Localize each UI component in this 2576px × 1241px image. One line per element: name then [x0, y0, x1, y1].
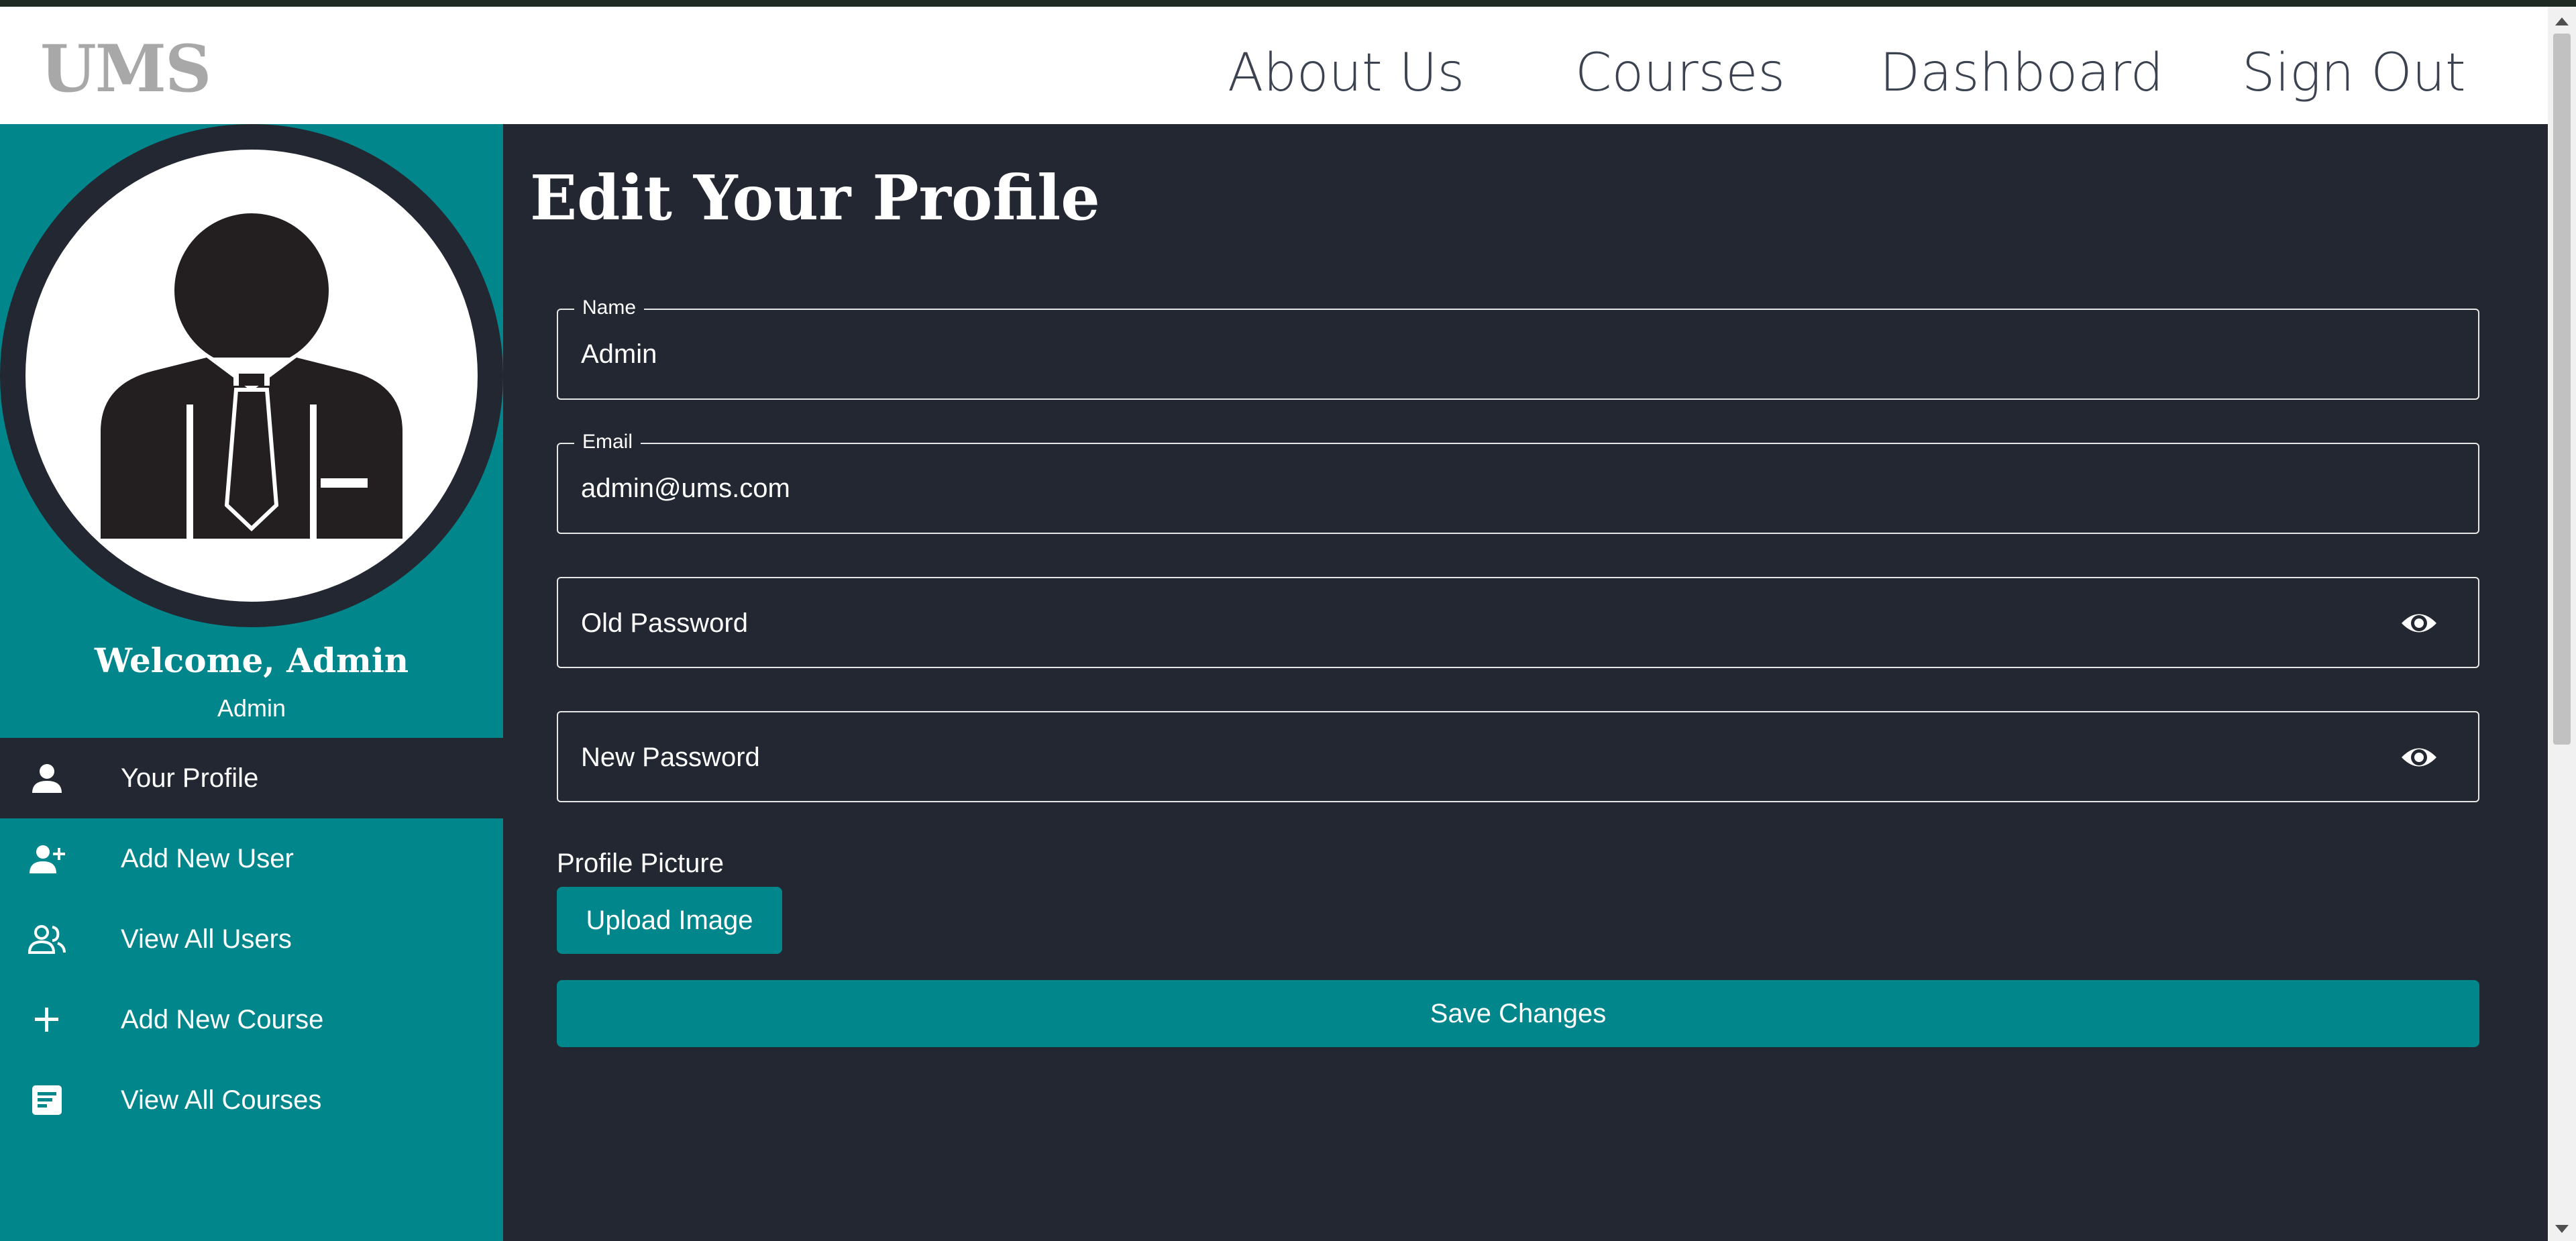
save-changes-button[interactable]: Save Changes	[557, 980, 2479, 1047]
email-field-value[interactable]: admin@ums.com	[581, 474, 790, 504]
sidebar-item-add-new-course[interactable]: Add New Course	[0, 979, 503, 1060]
sidebar-item-label: Your Profile	[121, 763, 259, 793]
old-password-field[interactable]	[557, 577, 2479, 668]
sidebar-item-label: Add New Course	[121, 1005, 324, 1034]
old-password-input[interactable]	[580, 601, 2326, 645]
name-field-label: Name	[574, 296, 645, 319]
nav-dashboard[interactable]: Dashboard	[1880, 43, 2163, 103]
top-strip	[0, 0, 2576, 7]
eye-icon[interactable]	[2400, 608, 2438, 639]
sidebar-item-your-profile[interactable]: Your Profile	[0, 738, 503, 818]
name-field[interactable]: Name Admin	[557, 296, 2479, 400]
avatar	[25, 150, 478, 602]
top-navbar: UMS About Us Courses Dashboard Sign Out	[0, 7, 2548, 124]
vertical-scrollbar[interactable]	[2548, 7, 2576, 1241]
profile-picture-label: Profile Picture	[557, 849, 724, 878]
eye-icon[interactable]	[2400, 742, 2438, 773]
nav-courses[interactable]: Courses	[1575, 43, 1785, 103]
sidebar-item-label: View All Users	[121, 924, 292, 954]
email-field[interactable]: Email admin@ums.com	[557, 431, 2479, 534]
businessman-avatar-icon	[101, 213, 402, 539]
nav-sign-out[interactable]: Sign Out	[2242, 43, 2466, 103]
avatar-frame	[0, 124, 503, 627]
sidebar-item-view-all-users[interactable]: View All Users	[0, 899, 503, 979]
scroll-down-arrow-icon[interactable]	[2555, 1225, 2569, 1233]
user-role: Admin	[217, 694, 286, 722]
upload-image-button[interactable]: Upload Image	[557, 887, 782, 954]
email-field-label: Email	[574, 431, 641, 453]
sidebar: Welcome, Admin Admin Your Profile Add Ne…	[0, 124, 503, 1241]
main-content: Edit Your Profile Name Admin Email admin…	[503, 124, 2548, 1241]
group-icon	[28, 925, 66, 954]
scroll-up-arrow-icon[interactable]	[2555, 17, 2569, 25]
name-field-value[interactable]: Admin	[581, 339, 657, 370]
page-title: Edit Your Profile	[530, 162, 1100, 234]
nav-about-us[interactable]: About Us	[1228, 43, 1464, 103]
new-password-field[interactable]	[557, 711, 2479, 802]
logo[interactable]: UMS	[40, 31, 211, 107]
new-password-input[interactable]	[580, 735, 2326, 779]
person-icon	[32, 764, 62, 793]
welcome-text: Welcome, Admin	[94, 641, 409, 680]
sidebar-item-view-all-courses[interactable]: View All Courses	[0, 1060, 503, 1140]
sidebar-item-label: Add New User	[121, 844, 294, 873]
notes-icon	[32, 1085, 62, 1115]
person-add-icon	[30, 845, 65, 873]
sidebar-item-add-new-user[interactable]: Add New User	[0, 818, 503, 899]
sidebar-item-label: View All Courses	[121, 1085, 322, 1115]
scroll-thumb[interactable]	[2553, 34, 2571, 745]
plus-icon	[35, 1008, 58, 1032]
